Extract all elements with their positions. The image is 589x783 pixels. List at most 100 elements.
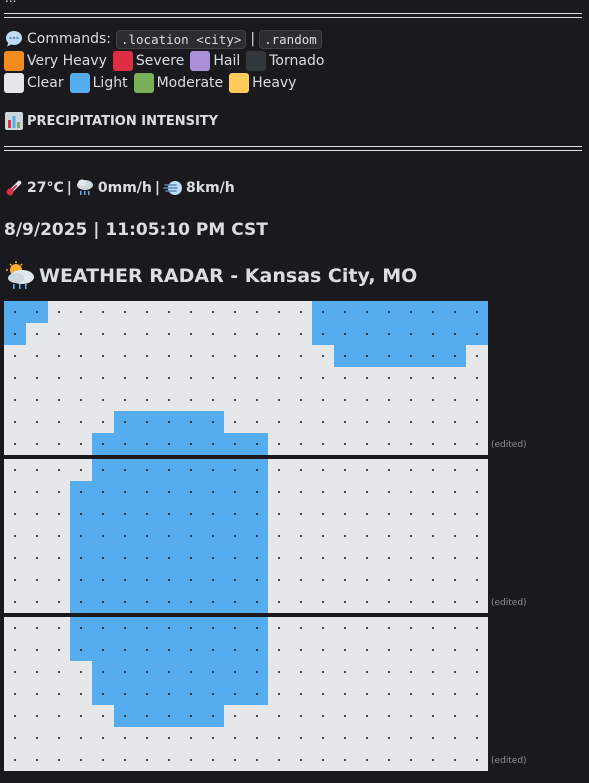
radar-cell	[290, 547, 312, 569]
radar-cell	[48, 323, 70, 345]
radar-cell	[224, 525, 246, 547]
radar-cell	[400, 411, 422, 433]
radar-cell	[114, 617, 136, 639]
radar-cell	[422, 433, 444, 455]
radar-cell	[378, 727, 400, 749]
radar-cell	[422, 367, 444, 389]
radar-cell	[92, 705, 114, 727]
radar-cell	[378, 705, 400, 727]
radar-cell	[356, 661, 378, 683]
radar-cell	[158, 481, 180, 503]
radar-cell	[4, 459, 26, 481]
radar-cell	[48, 433, 70, 455]
radar-cell	[356, 389, 378, 411]
legend-label: Light	[92, 75, 128, 91]
radar-cell	[202, 569, 224, 591]
radar-cell	[356, 683, 378, 705]
radar-cell	[334, 301, 356, 323]
stats-row: 27°C | 0mm/h | 8km/h	[4, 177, 235, 199]
radar-cell	[400, 683, 422, 705]
radar-cell	[422, 547, 444, 569]
radar-cell	[48, 503, 70, 525]
radar-cell	[136, 591, 158, 613]
radar-cell	[202, 639, 224, 661]
radar-cell	[246, 525, 268, 547]
radar-cell	[180, 345, 202, 367]
radar-cell	[268, 525, 290, 547]
radar-cell	[356, 345, 378, 367]
radar-cell	[224, 433, 246, 455]
radar-cell	[70, 749, 92, 771]
radar-cell	[378, 661, 400, 683]
radar-cell	[114, 433, 136, 455]
radar-cell	[422, 323, 444, 345]
radar-cell	[334, 639, 356, 661]
severe-swatch	[112, 51, 133, 71]
radar-cell	[444, 503, 466, 525]
legend-label: Very Heavy	[27, 53, 107, 69]
radar-cell	[444, 525, 466, 547]
radar-cell	[26, 617, 48, 639]
radar-grid-3	[4, 617, 488, 771]
radar-cell	[114, 323, 136, 345]
radar-cell	[180, 459, 202, 481]
radar-cell	[26, 301, 48, 323]
radar-cell	[378, 749, 400, 771]
radar-cell	[224, 301, 246, 323]
radar-cell	[312, 591, 334, 613]
radar-cell	[356, 481, 378, 503]
radar-cell	[312, 547, 334, 569]
radar-cell	[48, 727, 70, 749]
commands-row: Commands: .location <city> | .random	[4, 28, 322, 50]
radar-cell	[48, 683, 70, 705]
radar-cell	[246, 459, 268, 481]
radar-cell	[268, 503, 290, 525]
radar-grid-1	[4, 301, 488, 455]
radar-cell	[158, 323, 180, 345]
radar-cell	[268, 749, 290, 771]
radar-cell	[48, 525, 70, 547]
stats-separator: |	[66, 180, 72, 196]
radar-cell	[136, 525, 158, 547]
radar-cell	[158, 503, 180, 525]
radar-cell	[466, 749, 488, 771]
radar-cell	[48, 411, 70, 433]
radar-cell	[334, 547, 356, 569]
radar-cell	[268, 459, 290, 481]
radar-cell	[422, 727, 444, 749]
radar-cell	[202, 301, 224, 323]
radar-cell	[180, 569, 202, 591]
wind-icon	[163, 178, 183, 198]
radar-cell	[224, 345, 246, 367]
radar-title: WEATHER RADAR - Kansas City, MO	[39, 265, 418, 287]
radar-cell	[114, 301, 136, 323]
thermometer-icon	[4, 178, 24, 198]
radar-cell	[92, 411, 114, 433]
radar-cell	[114, 727, 136, 749]
radar-cell	[92, 661, 114, 683]
radar-cell	[158, 639, 180, 661]
temperature-value: 27°C	[27, 180, 64, 196]
radar-cell	[180, 525, 202, 547]
radar-cell	[48, 481, 70, 503]
radar-cell	[246, 569, 268, 591]
radar-cell	[356, 323, 378, 345]
radar-cell	[92, 323, 114, 345]
radar-cell	[422, 411, 444, 433]
radar-cell	[224, 459, 246, 481]
radar-cell	[4, 683, 26, 705]
radar-cell	[400, 727, 422, 749]
radar-cell	[312, 639, 334, 661]
radar-cell	[26, 727, 48, 749]
radar-cell	[26, 591, 48, 613]
legend-label: Moderate	[156, 75, 224, 91]
radar-cell	[422, 569, 444, 591]
radar-cell	[180, 411, 202, 433]
radar-cell	[48, 749, 70, 771]
radar-cell	[26, 411, 48, 433]
radar-cell	[268, 661, 290, 683]
radar-cell	[466, 525, 488, 547]
section-title: PRECIPITATION INTENSITY	[27, 113, 219, 129]
radar-cell	[4, 639, 26, 661]
radar-cell	[466, 591, 488, 613]
